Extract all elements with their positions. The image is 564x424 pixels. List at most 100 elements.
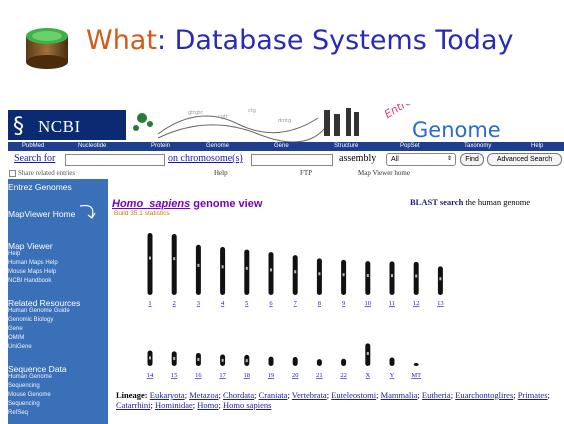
chromosome-8[interactable]: 8 [316, 258, 322, 307]
lineage-taxon-primates[interactable]: Primates [518, 390, 548, 400]
chromosome-label-1: 1 [148, 300, 151, 307]
chromosome-label-x: X [365, 372, 370, 379]
ncbi-logo[interactable]: § NCBI [8, 110, 126, 140]
sidebar-item-unigene[interactable]: UniGene [8, 344, 32, 350]
nav-popset[interactable]: PopSet [400, 142, 420, 151]
chromosome-11[interactable]: 11 [389, 261, 395, 307]
chromosome-6[interactable]: 6 [268, 252, 274, 307]
chromosome-2[interactable]: 2 [171, 234, 177, 307]
lineage-taxon-vertebrata[interactable]: Vertebrata [292, 390, 327, 400]
lineage-taxon-eutheria[interactable]: Eutheria [422, 390, 451, 400]
lineage-taxon-euteleostomi[interactable]: Euteleostomi [331, 390, 376, 400]
sidebar-item-mouse-genome[interactable]: Mouse Genome [8, 392, 51, 398]
nav-help[interactable]: Help [531, 142, 543, 151]
sidebar-item-human-genome[interactable]: Human Genome [8, 374, 52, 380]
chromosome-label-5: 5 [245, 300, 248, 307]
sidebar-item-gene[interactable]: Gene [8, 326, 23, 332]
search-input[interactable] [65, 154, 165, 166]
lineage-taxon-hominidae[interactable]: Hominidae [155, 400, 193, 410]
chromosome-label-7: 7 [294, 300, 298, 307]
sidebar-item-mouse-maps-help[interactable]: Mouse Maps Help [8, 269, 56, 275]
blast-search-link[interactable]: BLAST search [410, 197, 463, 207]
sidebar-item-omim[interactable]: OMIM [8, 335, 24, 341]
chromosome-21[interactable]: 21 [316, 359, 323, 379]
chromosome-18[interactable]: 18 [244, 354, 251, 379]
sidebar-item-sequencing[interactable]: Sequencing [8, 383, 40, 389]
subnav-ftp-link[interactable]: FTP [300, 169, 312, 177]
nav-protein[interactable]: Protein [151, 142, 170, 151]
nav-structure[interactable]: Structure [334, 142, 358, 151]
sidebar-item-sequencing-2[interactable]: Sequencing [8, 401, 40, 407]
lineage-taxon-mammalia[interactable]: Mammalia [381, 390, 418, 400]
chromosome-13[interactable]: 13 [437, 266, 444, 307]
chromosome-14[interactable]: 14 [147, 350, 154, 379]
lineage-taxon-metazoa[interactable]: Metazoa [189, 390, 218, 400]
lineage-taxon-craniata[interactable]: Craniata [259, 390, 288, 400]
nav-pubmed[interactable]: PubMed [22, 142, 44, 151]
chromosome-16[interactable]: 16 [195, 353, 202, 379]
lineage-taxon-homo-sapiens[interactable]: Homo sapiens [223, 400, 271, 410]
ncbi-banner: § NCBI gttgtc cgtt ctg dmtg Entrez Genome [8, 104, 564, 142]
genome-wordmark: Genome [412, 118, 501, 142]
chromosome-5[interactable]: 5 [244, 249, 250, 307]
chromosome-22[interactable]: 22 [340, 358, 347, 379]
sidebar-sequence-data-heading: Sequence Data [8, 364, 67, 374]
species-link[interactable]: Homo_sapiens [112, 198, 190, 210]
chromosome-label-3: 3 [197, 300, 200, 307]
chromosome-12[interactable]: 12 [413, 261, 420, 307]
lineage-taxon-euarchontoglires[interactable]: Euarchontoglires [455, 390, 513, 400]
svg-text:cgtt: cgtt [218, 114, 228, 120]
chromosome-label-6: 6 [269, 300, 273, 307]
chromosome-9[interactable]: 9 [341, 259, 347, 307]
chromosome-label-17: 17 [219, 372, 226, 379]
share-related-checkbox[interactable] [9, 170, 16, 177]
sidebar-mapviewer-home[interactable]: MapViewer Home [8, 209, 75, 219]
chromosome-10[interactable]: 10 [365, 261, 372, 307]
dna-banner-art: gttgtc cgtt ctg dmtg [133, 108, 359, 142]
subnav-map-viewer-home-link[interactable]: Map Viewer home [358, 169, 410, 177]
chromosome-label-13: 13 [437, 300, 444, 307]
chromosome-x[interactable]: X [365, 343, 370, 379]
sidebar-entrez-genomes[interactable]: Entrez Genomes [8, 182, 72, 192]
sidebar-item-genomic-biology[interactable]: Genomic Biology [8, 317, 53, 323]
chromosome-input[interactable] [251, 154, 333, 166]
sidebar-item-help[interactable]: Help [8, 251, 20, 257]
chromosome-label-8: 8 [318, 300, 321, 307]
sidebar-item-ncbi-handbook[interactable]: NCBI Handbook [8, 278, 51, 284]
chromosome-17[interactable]: 17 [219, 354, 227, 379]
chromosome-15[interactable]: 15 [171, 351, 178, 379]
chromosome-mt[interactable]: MT [411, 363, 421, 379]
chromosome-7[interactable]: 7 [292, 255, 298, 307]
svg-text:gttgtc: gttgtc [188, 110, 203, 116]
chromosome-label-15: 15 [171, 372, 178, 379]
chromosome-y[interactable]: Y [389, 357, 395, 379]
advanced-search-button[interactable]: Advanced Search [487, 153, 562, 166]
search-for-label[interactable]: Search for [14, 153, 55, 164]
on-chromosome-link[interactable]: on chromosome(s) [168, 153, 243, 164]
chromosome-label-4: 4 [221, 300, 225, 307]
nav-taxonomy[interactable]: Taxonomy [464, 142, 491, 151]
chromosome-1[interactable]: 1 [147, 233, 153, 307]
slide-title-rest: : Database Systems Today [156, 25, 514, 56]
chromosome-4[interactable]: 4 [220, 247, 226, 307]
sidebar-related-resources-heading: Related Resources [8, 298, 81, 308]
subnav-help-link[interactable]: Help [214, 169, 228, 177]
lineage-taxon-catarrhini[interactable]: Catarrhini [116, 400, 150, 410]
sidebar-item-human-genome-guide[interactable]: Human Genome Guide [8, 308, 70, 314]
nav-nucleotide[interactable]: Nucleotide [78, 142, 106, 151]
lineage-taxon-homo[interactable]: Homo [197, 400, 218, 410]
sidebar-item-refseq[interactable]: RefSeq [8, 410, 28, 416]
chromosome-20[interactable]: 20 [292, 356, 299, 379]
chromosome-3[interactable]: 3 [195, 244, 201, 307]
assembly-select[interactable]: All ⇕ [386, 153, 456, 166]
genome-view-title: Homo_sapiens genome view [112, 198, 262, 210]
nav-genome[interactable]: Genome [206, 142, 229, 151]
nav-gene[interactable]: Gene [274, 142, 289, 151]
lineage-taxon-eukaryota[interactable]: Eukaryota [150, 390, 185, 400]
sidebar-item-human-maps-help[interactable]: Human Maps Help [8, 260, 58, 266]
chromosome-label-16: 16 [195, 372, 202, 379]
select-arrows-icon: ⇕ [446, 156, 452, 162]
chromosome-19[interactable]: 19 [268, 356, 275, 379]
lineage-taxon-chordata[interactable]: Chordata [223, 390, 254, 400]
find-button[interactable]: Find [460, 153, 484, 166]
